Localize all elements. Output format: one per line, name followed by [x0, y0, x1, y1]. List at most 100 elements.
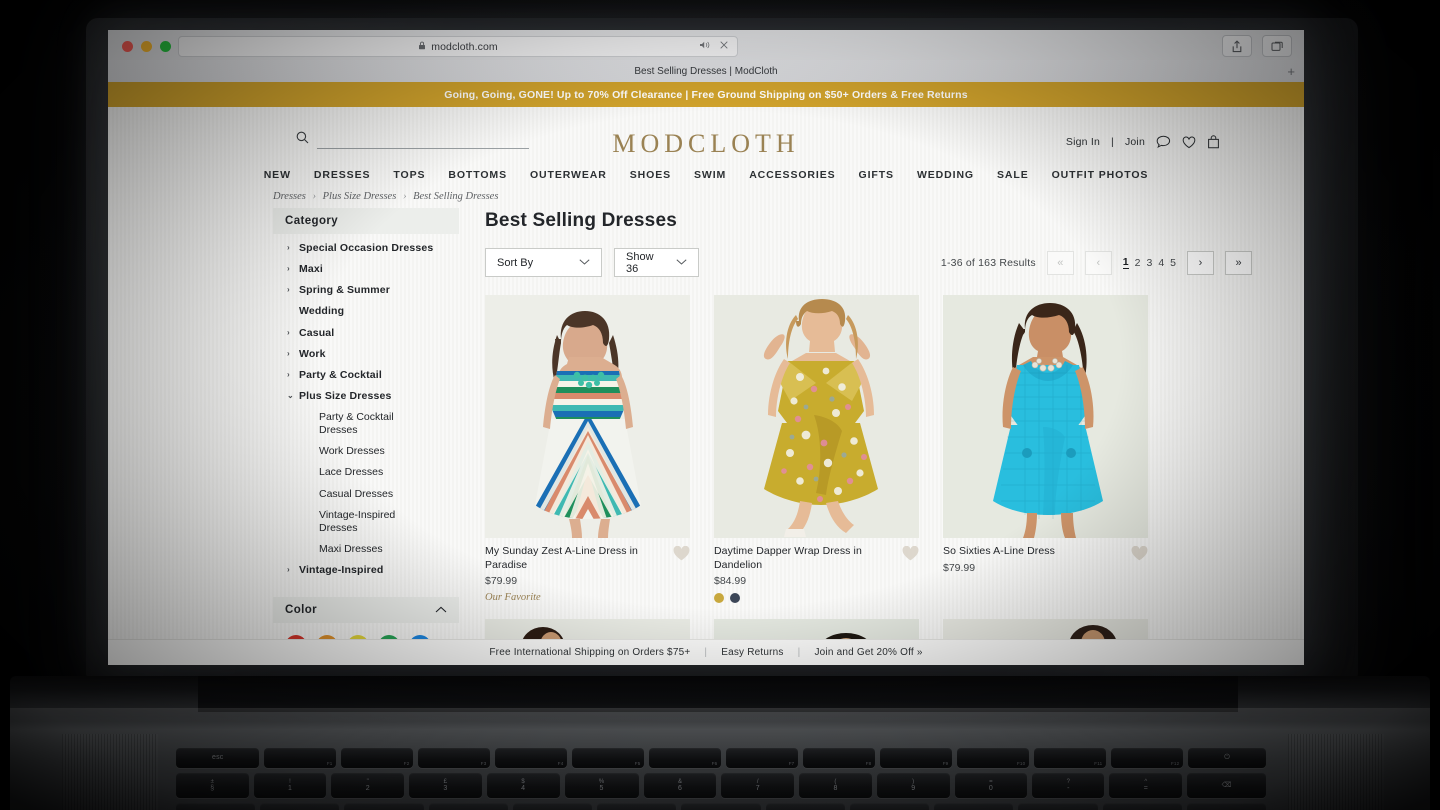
sidebar-item-party-cocktail[interactable]: › Party & Cocktail [287, 369, 459, 382]
nav-item-outerwear[interactable]: OUTERWEAR [530, 169, 607, 181]
product-color-swatches[interactable] [714, 593, 893, 604]
product-card[interactable]: Daytime Dapper Wrap Dress in Dandelion $… [714, 295, 919, 604]
share-icon[interactable] [1222, 35, 1252, 57]
key-f2[interactable]: F2 [341, 748, 414, 768]
join-link[interactable]: Join [1125, 136, 1145, 148]
keyboard[interactable]: esc F1 F2 F3 F4 F5 F6 F7 F8 F9 F10 F11 F12 ⏻ ± §! 1 " 2 £3… [176, 748, 1267, 810]
key-f9[interactable]: F9 [880, 748, 953, 768]
last-page-button[interactable]: » [1225, 250, 1252, 275]
breadcrumb[interactable]: Dresses › Plus Size Dresses › Best Selli… [108, 181, 1304, 208]
tab-overview-icon[interactable] [1262, 35, 1292, 57]
address-bar-icons[interactable] [699, 40, 728, 53]
sidebar-item-casual[interactable]: › Casual [287, 327, 459, 340]
heart-icon[interactable] [673, 545, 690, 564]
key-blank[interactable] [681, 803, 761, 810]
nav-item-new[interactable]: NEW [264, 169, 291, 181]
key-3[interactable]: £3 [409, 773, 482, 798]
nav-item-bottoms[interactable]: BOTTOMS [448, 169, 507, 181]
account-area[interactable]: Sign In | Join [1066, 135, 1220, 149]
footer-item-returns[interactable]: Easy Returns [721, 647, 783, 658]
key-=[interactable]: ^ = [1109, 773, 1183, 798]
product-swatch-navy[interactable] [730, 593, 740, 604]
audio-playing-icon[interactable] [699, 40, 710, 53]
sidebar-item-vintage-inspired[interactable]: › Vintage-Inspired [287, 564, 459, 577]
key-f6[interactable]: F6 [649, 748, 722, 768]
breadcrumb-item-dresses[interactable]: Dresses [273, 191, 306, 202]
key-blank[interactable] [1018, 803, 1098, 810]
key-⌫[interactable]: ⌫ [1187, 773, 1267, 798]
key-blank[interactable] [176, 803, 256, 810]
key-0[interactable]: = 0 [954, 773, 1028, 798]
footer-item-shipping[interactable]: Free International Shipping on Orders $7… [489, 647, 690, 658]
bag-icon[interactable] [1207, 135, 1220, 149]
close-icon[interactable] [720, 41, 728, 52]
key-f10[interactable]: F10 [957, 748, 1030, 768]
sidebar-item-maxi[interactable]: › Maxi [287, 263, 459, 276]
key-f4[interactable]: F4 [495, 748, 568, 768]
key-blank[interactable] [934, 803, 1014, 810]
key-f3[interactable]: F3 [418, 748, 491, 768]
product-image-dandelion-dress[interactable] [714, 295, 919, 538]
key-9[interactable]: ) 9 [876, 773, 950, 798]
sidebar-item-spring-summer[interactable]: › Spring & Summer [287, 284, 459, 297]
category-filter-header[interactable]: Category [273, 208, 459, 234]
key-f1[interactable]: F1 [264, 748, 337, 768]
sidebar-item-work[interactable]: › Work [287, 348, 459, 361]
key-2[interactable]: " 2 [331, 773, 405, 798]
sidebar-item-special-occasion-dresses[interactable]: › Special Occasion Dresses [287, 242, 459, 255]
maximize-window-button[interactable] [160, 41, 171, 52]
nav-item-accessories[interactable]: ACCESSORIES [749, 169, 835, 181]
address-bar[interactable]: modcloth.com [178, 36, 738, 57]
main-navigation[interactable]: NEW DRESSES TOPS BOTTOMS OUTERWEAR SHOES… [108, 167, 1304, 181]
key-f7[interactable]: F7 [726, 748, 799, 768]
page-number-5[interactable]: 5 [1170, 257, 1176, 269]
window-controls[interactable] [122, 41, 171, 52]
color-filter-header[interactable]: Color [273, 597, 459, 624]
key-f5[interactable]: F5 [572, 748, 645, 768]
product-name[interactable]: So Sixties A-Line Dress [943, 545, 1122, 559]
nav-item-wedding[interactable]: WEDDING [917, 169, 974, 181]
sidebar-subitem-work-dresses[interactable]: Work Dresses [319, 445, 429, 458]
product-image-striped-dress[interactable] [485, 295, 690, 538]
nav-item-gifts[interactable]: GIFTS [859, 169, 894, 181]
key-f11[interactable]: F11 [1034, 748, 1107, 768]
breadcrumb-item-plus-size-dresses[interactable]: Plus Size Dresses [323, 191, 397, 202]
product-card[interactable]: My Sunday Zest A-Line Dress in Paradise … [485, 295, 690, 603]
sidebar-item-plus-size-dresses[interactable]: ⌄ Plus Size Dresses [287, 390, 459, 403]
keyboard-number-row[interactable]: ± §! 1 " 2 £3 $4% 5 & 6/7(8) 9 = 0? - ^ = ⌫ [176, 773, 1267, 798]
tab-strip[interactable]: Best Selling Dresses | ModCloth + [108, 60, 1304, 82]
key--[interactable]: ? - [1032, 773, 1105, 798]
key-blank[interactable] [260, 803, 340, 810]
nav-item-shoes[interactable]: SHOES [630, 169, 671, 181]
key-f12[interactable]: F12 [1111, 748, 1184, 768]
sidebar-item-wedding[interactable]: Wedding [287, 305, 459, 318]
promo-banner[interactable]: Going, Going, GONE! Up to 70% Off Cleara… [108, 82, 1304, 107]
new-tab-button[interactable]: + [1287, 65, 1295, 78]
sidebar-subitem-maxi-dresses[interactable]: Maxi Dresses [319, 543, 429, 556]
chat-icon[interactable] [1156, 135, 1171, 149]
key-6[interactable]: & 6 [643, 773, 717, 798]
keyboard-function-row[interactable]: esc F1 F2 F3 F4 F5 F6 F7 F8 F9 F10 F11 F12 ⏻ [176, 748, 1267, 768]
footer-item-join[interactable]: Join and Get 20% Off » [814, 647, 922, 658]
key-f8[interactable]: F8 [803, 748, 876, 768]
nav-item-tops[interactable]: TOPS [393, 169, 425, 181]
chevron-up-icon[interactable] [435, 604, 447, 616]
site-footer-bar[interactable]: Free International Shipping on Orders $7… [108, 639, 1304, 665]
nav-item-dresses[interactable]: DRESSES [314, 169, 370, 181]
key-1[interactable]: ! 1 [253, 773, 327, 798]
sidebar-subitem-casual-dresses[interactable]: Casual Dresses [319, 488, 429, 501]
nav-item-sale[interactable]: SALE [997, 169, 1029, 181]
key-§[interactable]: ± § [176, 773, 249, 798]
product-name[interactable]: My Sunday Zest A-Line Dress in Paradise [485, 545, 664, 572]
close-window-button[interactable] [122, 41, 133, 52]
product-name[interactable]: Daytime Dapper Wrap Dress in Dandelion [714, 545, 893, 572]
sidebar-subitem-party-cocktail-dresses[interactable]: Party & Cocktail Dresses [319, 411, 429, 437]
key-8[interactable]: (8 [799, 773, 872, 798]
keyboard-letter-row[interactable] [176, 803, 1267, 810]
minimize-window-button[interactable] [141, 41, 152, 52]
prev-page-button[interactable]: ‹ [1084, 250, 1112, 275]
show-count-select[interactable]: Show 36 [614, 248, 699, 277]
category-list[interactable]: › Special Occasion Dresses › Maxi › Spri… [273, 234, 459, 577]
subcategory-list[interactable]: Party & Cocktail Dresses Work Dresses La… [287, 411, 459, 556]
product-swatch-dandelion[interactable] [714, 593, 724, 604]
